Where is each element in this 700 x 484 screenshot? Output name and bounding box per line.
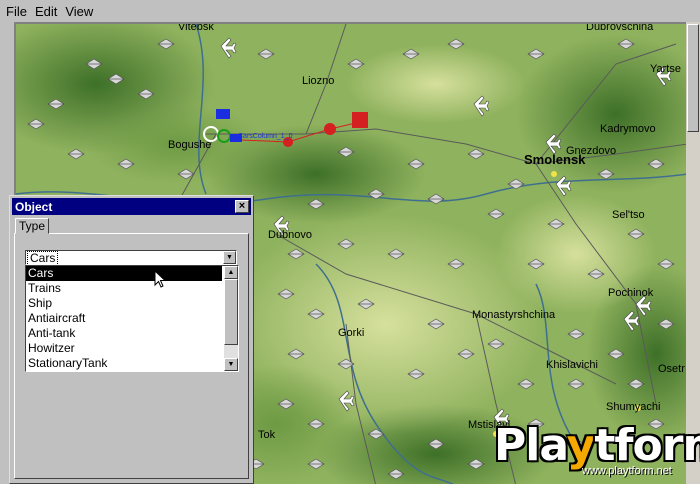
map-vertical-scrollbar[interactable] <box>686 22 700 484</box>
list-item-antiaircraft[interactable]: Antiaircraft <box>26 311 222 326</box>
town-dubnovo: Dubnovo <box>268 229 312 241</box>
unit-blue-icon <box>216 109 230 119</box>
town-gorki: Gorki <box>338 327 364 339</box>
list-item-trains[interactable]: Trains <box>26 281 222 296</box>
watermark-logo: Playtform www.playtform.net <box>490 420 700 484</box>
mouse-cursor-icon <box>154 270 167 288</box>
town-seltso: Sel'tso <box>612 209 645 221</box>
town-vitebsk: Vitebsk <box>178 24 214 33</box>
town-liozno: Liozno <box>302 75 334 87</box>
object-dialog: Object × Type Cars ▼ Cars Trains Ship An… <box>9 195 254 484</box>
menu-bar: File Edit View <box>0 0 700 22</box>
chevron-down-icon[interactable]: ▼ <box>223 251 236 264</box>
town-khislavichi: Khislavichi <box>546 359 598 371</box>
town-shumyachi: Shumyachi <box>606 401 660 413</box>
list-item-cars[interactable]: Cars <box>26 266 222 281</box>
type-combo[interactable]: Cars ▼ <box>25 250 237 266</box>
list-item-anti-tank[interactable]: Anti-tank <box>26 326 222 341</box>
scroll-down-icon[interactable]: ▼ <box>224 358 238 371</box>
list-item-howitzer[interactable]: Howitzer <box>26 341 222 356</box>
menu-view[interactable]: View <box>61 4 97 19</box>
type-listbox[interactable]: Cars Trains Ship Antiaircraft Anti-tank … <box>25 265 239 372</box>
close-icon[interactable]: × <box>235 200 249 213</box>
watermark-wordmark: Playtform <box>494 420 700 471</box>
tab-type[interactable]: Type <box>15 218 49 234</box>
list-item-stationarytank[interactable]: StationaryTank <box>26 356 222 371</box>
menu-edit[interactable]: Edit <box>31 4 61 19</box>
listbox-scroll-thumb[interactable] <box>224 279 238 345</box>
town-osetr: Osetr <box>658 363 685 375</box>
list-item-ship[interactable]: Ship <box>26 296 222 311</box>
listbox-scrollbar[interactable]: ▲ ▼ <box>224 266 238 371</box>
scroll-up-icon[interactable]: ▲ <box>224 266 238 279</box>
watermark-url: www.playtform.net <box>582 465 672 477</box>
town-bogushe: Bogushe <box>168 139 211 151</box>
menu-file[interactable]: File <box>0 4 31 19</box>
combo-value: Cars <box>27 251 59 266</box>
town-monastyrshchina: Monastyrshchina <box>472 309 556 321</box>
dialog-title: Object <box>15 199 53 214</box>
town-tok: Tok <box>258 429 276 441</box>
unit-label: CarsColumn_1_0 <box>238 133 293 140</box>
dialog-titlebar[interactable]: Object × <box>12 198 251 215</box>
town-kadrymovo: Kadrymovo <box>600 123 656 135</box>
town-pochinok: Pochinok <box>608 287 654 299</box>
town-dubrovschina: Dubrovschina <box>586 24 654 33</box>
town-yartse: Yartse <box>650 63 681 75</box>
town-gnezdovo: Gnezdovo <box>566 145 616 157</box>
map-scroll-thumb[interactable] <box>687 24 699 132</box>
